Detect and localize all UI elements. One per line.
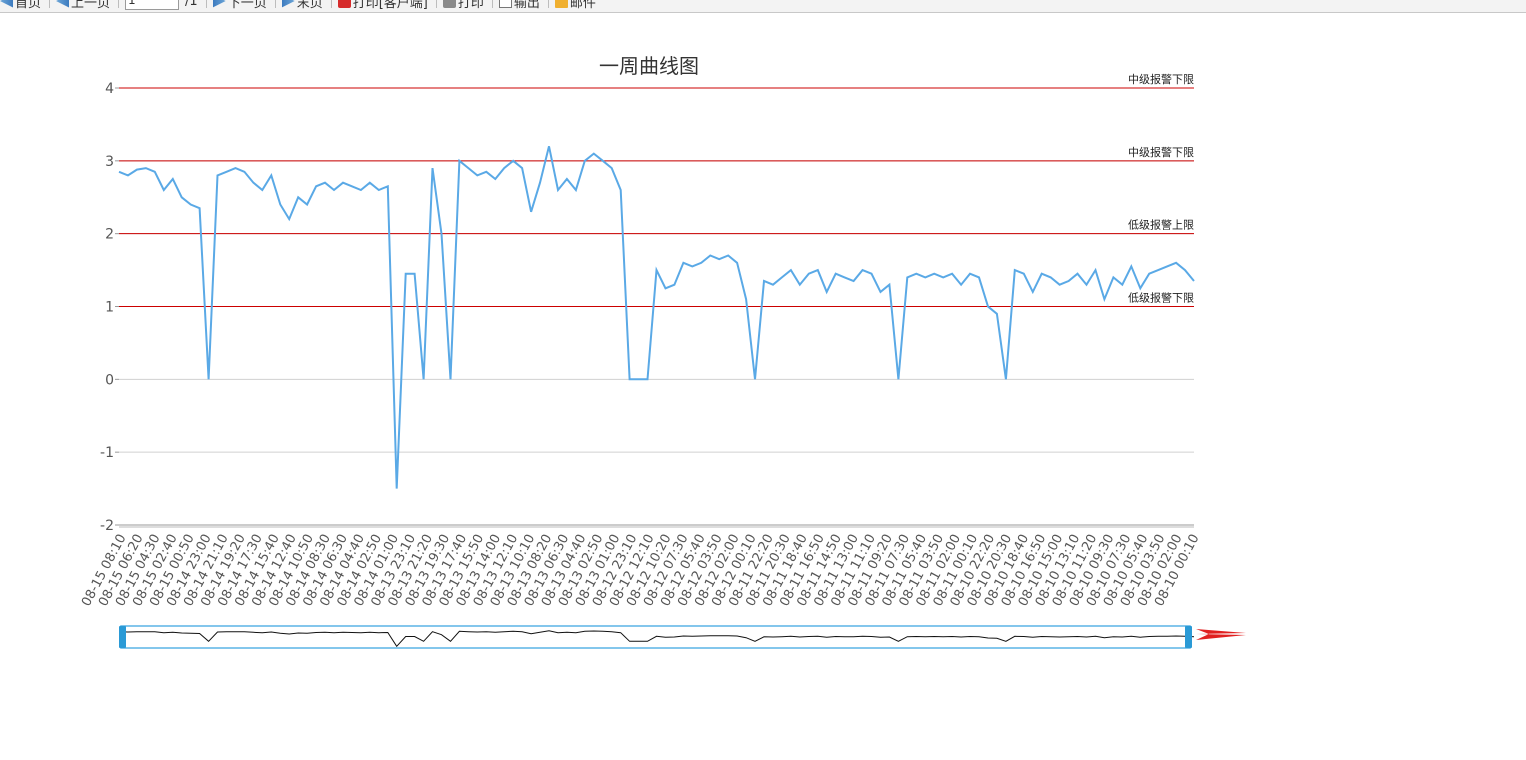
x-axis-ticks: 08-15 08:1008-15 06:2008-15 04:3008-15 0… — [79, 532, 1203, 609]
y-tick-label: -1 — [100, 445, 114, 461]
y-tick-label: 0 — [105, 372, 114, 388]
reference-line-label: 低级报警下限 — [1128, 291, 1194, 305]
zoom-slider[interactable] — [118, 625, 1195, 649]
y-tick-label: -2 — [100, 518, 114, 534]
y-tick-label: 1 — [105, 300, 114, 316]
grid-lines — [119, 87, 1194, 528]
reference-line-label: 中级报警下限 — [1128, 145, 1194, 159]
zoom-handle-left[interactable] — [119, 626, 126, 648]
y-tick-label: 3 — [105, 154, 114, 170]
red-arrow-annotation — [1196, 629, 1246, 640]
y-tick-label: 2 — [105, 227, 114, 243]
weekly-curve-chart: 一周曲线图 中级报警下限中级报警下限低级报警上限低级报警下限 4 3 2 1 0 -1 -2… — [79, 54, 1246, 649]
y-axis-ticks: 4 3 2 1 0 -1 -2 — [100, 81, 119, 534]
zoom-handle-right[interactable] — [1185, 626, 1192, 648]
reference-line-label: 低级报警上限 — [1128, 218, 1194, 232]
reference-line-label: 中级报警下限 — [1128, 72, 1194, 86]
chart-title: 一周曲线图 — [599, 54, 699, 78]
y-tick-label: 4 — [105, 81, 114, 97]
series-line — [118, 146, 1195, 489]
